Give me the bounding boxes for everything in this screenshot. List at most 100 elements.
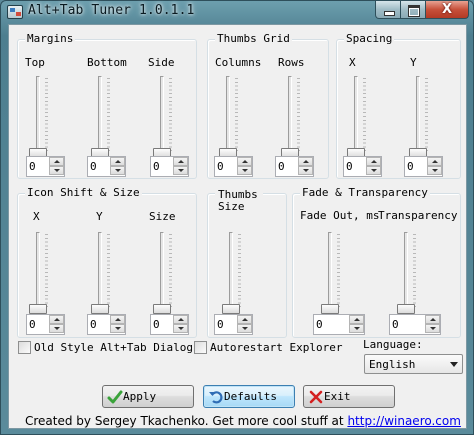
transparency-slider[interactable]: [391, 232, 421, 314]
icon-shift-group: Icon Shift & Size X Y Size 0 0 0: [17, 186, 197, 338]
spin-down-icon[interactable]: [173, 324, 188, 333]
icon-size-slider[interactable]: [147, 232, 177, 314]
spinner-value[interactable]: 0: [90, 160, 97, 173]
slider-thumb[interactable]: [153, 304, 171, 314]
undo-icon: [209, 391, 223, 404]
spin-up-icon[interactable]: [349, 315, 364, 324]
chevron-down-icon[interactable]: [450, 362, 458, 367]
margins-bottom-spinner[interactable]: 0: [87, 156, 126, 177]
spin-up-icon[interactable]: [237, 157, 252, 166]
thumbs-size-group: Thumbs Size 0: [207, 189, 287, 338]
spinner-value[interactable]: 0: [29, 160, 36, 173]
spin-down-icon[interactable]: [49, 166, 64, 175]
language-label: Language:: [363, 338, 423, 351]
maximize-button[interactable]: [401, 1, 426, 19]
thumbs-rows-spinner[interactable]: 0: [275, 156, 314, 177]
spin-down-icon[interactable]: [298, 166, 313, 175]
spin-up-icon[interactable]: [110, 315, 125, 324]
spin-up-icon[interactable]: [237, 315, 252, 324]
spinner-value[interactable]: 0: [153, 318, 160, 331]
margins-side-spinner[interactable]: 0: [150, 156, 189, 177]
icon-size-spinner[interactable]: 0: [150, 314, 189, 335]
spin-up-icon[interactable]: [427, 157, 442, 166]
spin-up-icon[interactable]: [366, 157, 381, 166]
minimize-button[interactable]: [375, 1, 401, 19]
spacing-y-spinner[interactable]: 0: [404, 156, 443, 177]
slider-thumb[interactable]: [91, 304, 109, 314]
spinner-value[interactable]: 0: [90, 318, 97, 331]
defaults-button[interactable]: Defaults: [203, 385, 295, 408]
old-style-label[interactable]: Old Style Alt+Tab Dialog: [34, 341, 193, 354]
spacing-y-slider[interactable]: [403, 76, 433, 158]
close-button[interactable]: X: [426, 1, 469, 19]
spin-up-icon[interactable]: [49, 315, 64, 324]
spin-up-icon[interactable]: [49, 157, 64, 166]
language-select[interactable]: English: [364, 354, 463, 374]
spinner-value[interactable]: 0: [407, 160, 414, 173]
spacing-x-slider[interactable]: [341, 76, 371, 158]
spin-up-icon[interactable]: [173, 157, 188, 166]
autorestart-label[interactable]: Autorestart Explorer: [210, 341, 342, 354]
icon-shift-y-spinner[interactable]: 0: [87, 314, 126, 335]
icon-shift-x-spinner[interactable]: 0: [26, 314, 65, 335]
spin-down-icon[interactable]: [425, 324, 440, 333]
thumbs-columns-spinner[interactable]: 0: [214, 156, 253, 177]
spin-up-icon[interactable]: [110, 157, 125, 166]
transparency-spinner[interactable]: 0: [389, 314, 441, 335]
spinner-value[interactable]: 0: [346, 160, 353, 173]
winaero-link[interactable]: http://winaero.com: [347, 414, 461, 428]
margins-top-spinner[interactable]: 0: [26, 156, 65, 177]
icon-shift-x-slider[interactable]: [23, 232, 53, 314]
spin-down-icon[interactable]: [237, 324, 252, 333]
spinner-value[interactable]: 0: [153, 160, 160, 173]
margins-group-title: Margins: [25, 32, 76, 45]
spin-down-icon[interactable]: [366, 166, 381, 175]
fade-out-spinner[interactable]: 0: [313, 314, 365, 335]
checkmark-icon: [107, 390, 123, 404]
app-icon[interactable]: [7, 5, 23, 19]
slider-thumb[interactable]: [397, 304, 415, 314]
icon-shift-y-slider[interactable]: [85, 232, 115, 314]
spin-down-icon[interactable]: [49, 324, 64, 333]
close-icon: X: [441, 2, 453, 17]
spin-down-icon[interactable]: [427, 166, 442, 175]
spinner-value[interactable]: 0: [392, 318, 399, 331]
spinner-value[interactable]: 0: [316, 318, 323, 331]
spacing-y-label: Y: [410, 56, 417, 69]
apply-button[interactable]: Apply: [102, 385, 194, 408]
thumbs-size-group-title: Thumbs Size: [215, 189, 263, 213]
icon-shift-y-label: Y: [96, 210, 103, 223]
margins-side-slider[interactable]: [147, 76, 177, 158]
margins-top-slider[interactable]: [23, 76, 53, 158]
spin-down-icon[interactable]: [110, 324, 125, 333]
icon-size-label: Size: [149, 210, 176, 223]
spin-up-icon[interactable]: [425, 315, 440, 324]
spacing-x-spinner[interactable]: 0: [343, 156, 382, 177]
spin-up-icon[interactable]: [298, 157, 313, 166]
autorestart-checkbox[interactable]: [194, 341, 207, 354]
slider-thumb[interactable]: [321, 304, 339, 314]
fade-out-slider[interactable]: [315, 232, 345, 314]
spin-down-icon[interactable]: [237, 166, 252, 175]
spinner-value[interactable]: 0: [278, 160, 285, 173]
spin-down-icon[interactable]: [110, 166, 125, 175]
spinner-value[interactable]: 0: [217, 318, 224, 331]
slider-thumb[interactable]: [29, 304, 47, 314]
slider-thumb[interactable]: [222, 304, 240, 314]
transparency-label: Transparency: [378, 209, 458, 222]
thumbs-size-spinner[interactable]: 0: [214, 314, 253, 335]
icon-shift-group-title: Icon Shift & Size: [25, 186, 142, 199]
title-bar[interactable]: Alt+Tab Tuner 1.0.1.1 X: [1, 1, 474, 23]
old-style-checkbox[interactable]: [18, 341, 31, 354]
defaults-button-label: Defaults: [224, 390, 277, 403]
spinner-value[interactable]: 0: [29, 318, 36, 331]
thumbs-rows-slider[interactable]: [275, 76, 305, 158]
thumbs-size-slider[interactable]: [216, 232, 246, 314]
spin-down-icon[interactable]: [173, 166, 188, 175]
exit-button[interactable]: Exit: [303, 385, 395, 408]
spin-down-icon[interactable]: [349, 324, 364, 333]
thumbs-columns-slider[interactable]: [213, 76, 243, 158]
spinner-value[interactable]: 0: [217, 160, 224, 173]
spin-up-icon[interactable]: [173, 315, 188, 324]
margins-bottom-slider[interactable]: [85, 76, 115, 158]
